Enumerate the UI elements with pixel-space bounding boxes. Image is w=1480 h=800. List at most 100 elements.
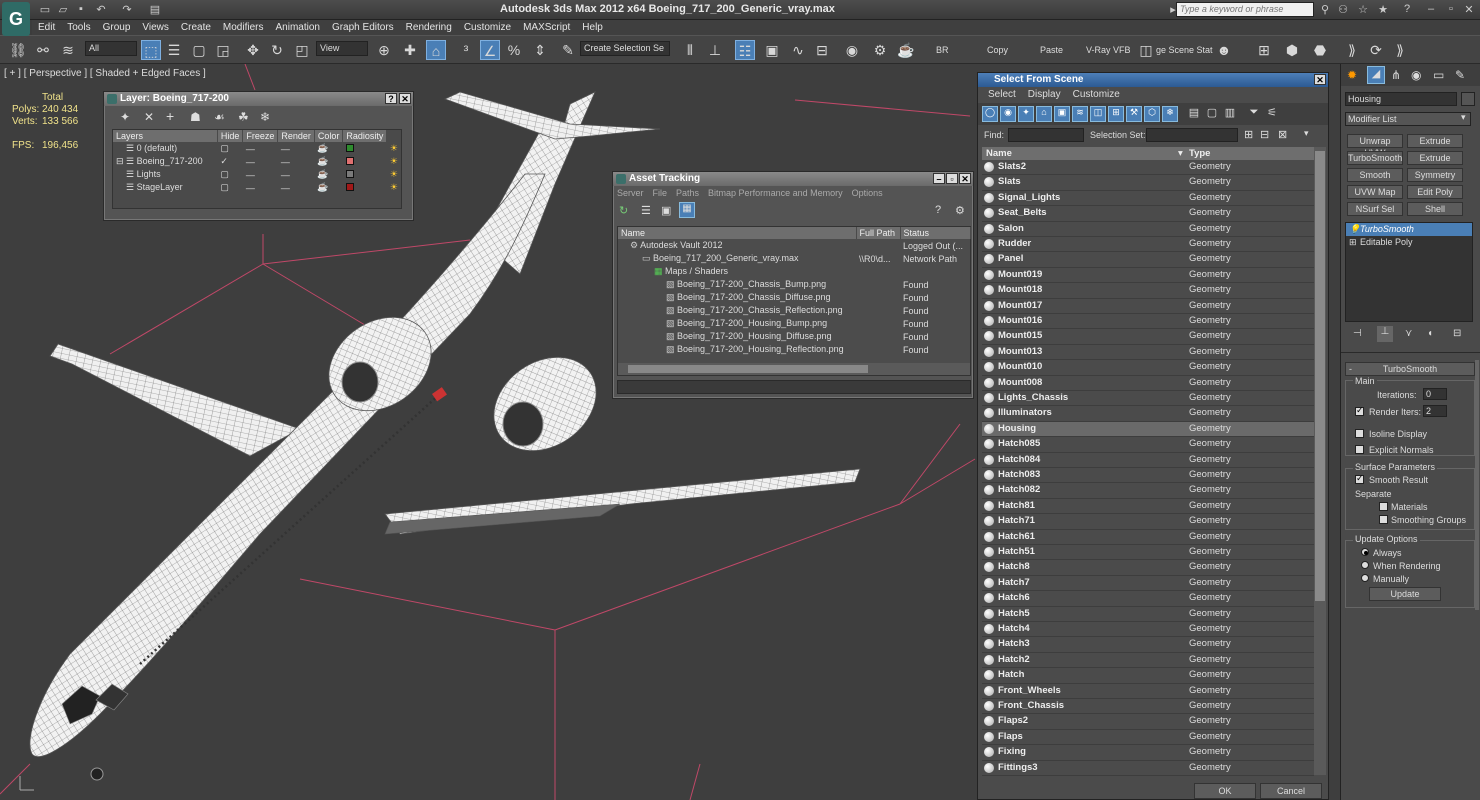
radiosity-icon[interactable]: ☀ <box>387 155 401 168</box>
layer-column-color[interactable]: Color <box>314 130 344 142</box>
render-frame-icon[interactable]: ☕ <box>896 40 916 60</box>
display-lights-icon[interactable]: ✦ <box>1018 106 1034 122</box>
layer-manager-icon[interactable]: ☷ <box>735 40 755 60</box>
cancel-button[interactable]: Cancel <box>1260 783 1322 799</box>
modifier-button-uvw-map[interactable]: UVW Map <box>1347 185 1403 199</box>
scene-object-row[interactable]: Hatch084 Geometry <box>982 453 1314 468</box>
layer-freeze-cell[interactable]: — <box>278 181 315 194</box>
menu-customize[interactable]: Customize <box>458 20 517 35</box>
scene-object-row[interactable]: Hatch082 Geometry <box>982 483 1314 499</box>
new-file-icon[interactable]: ▭ <box>38 3 52 16</box>
scene-object-row[interactable]: Hatch4 Geometry <box>982 622 1314 638</box>
sfs-menu-customize[interactable]: Customize <box>1067 87 1126 103</box>
scene-object-row[interactable]: Flaps Geometry <box>982 730 1314 746</box>
modifier-button-edit-poly[interactable]: Edit Poly <box>1407 185 1463 199</box>
explicit-normals-checkbox[interactable] <box>1355 445 1364 454</box>
align-icon[interactable]: ⊥ <box>705 40 725 60</box>
modifier-button-smooth[interactable]: Smooth <box>1347 168 1403 182</box>
expand-plus-icon[interactable]: ⊞ <box>1349 236 1357 249</box>
menu-group[interactable]: Group <box>97 20 137 35</box>
modifier-button-extrude[interactable]: Extrude <box>1407 151 1463 165</box>
display-all-icon[interactable]: ▤ <box>1186 106 1202 122</box>
display-cameras-icon[interactable]: ⌂ <box>1036 106 1052 122</box>
menu-animation[interactable]: Animation <box>269 20 325 35</box>
edit-named-selection-icon[interactable]: ✎ <box>558 40 578 60</box>
select-from-scene-close-icon[interactable]: ✕ <box>1314 74 1326 85</box>
scene-object-row[interactable]: Mount013 Geometry <box>982 345 1314 361</box>
layer-column-hide[interactable]: Hide <box>217 130 244 142</box>
layer-window-titlebar[interactable]: Layer: Boeing_717-200 ? ✕ <box>104 92 413 106</box>
layer-active-cell[interactable]: ▢ <box>217 181 243 194</box>
scene-object-row[interactable]: Signal_Lights Geometry <box>982 191 1314 207</box>
select-by-name-icon[interactable]: ☰ <box>164 40 184 60</box>
layer-row[interactable]: ☰ StageLayer ▢ — — ☕ ☀ <box>113 181 401 194</box>
radiosity-icon[interactable]: ☀ <box>387 142 401 155</box>
turbosmooth-rollout-header[interactable]: - TurboSmooth <box>1345 362 1475 376</box>
display-geometry-icon[interactable]: ◯ <box>982 106 998 122</box>
scene-object-row[interactable]: Hatch Geometry <box>982 668 1314 684</box>
display-containers-icon[interactable]: ⬡ <box>1144 106 1160 122</box>
redo-icon[interactable]: ↷ <box>120 3 134 16</box>
scene-object-row[interactable]: Fixing Geometry <box>982 745 1314 761</box>
open-file-icon[interactable]: ▱ <box>56 3 70 16</box>
menu-maxscript[interactable]: MAXScript <box>517 20 576 35</box>
asset-scroll-thumb[interactable] <box>628 365 868 373</box>
list-view-icon[interactable]: ☰ <box>641 204 651 217</box>
bind-spacewarp-icon[interactable]: ≋ <box>58 40 78 60</box>
scene-object-row[interactable]: Hatch085 Geometry <box>982 437 1314 453</box>
material-editor-icon[interactable]: ◉ <box>842 40 862 60</box>
layer-freeze-cell[interactable]: — <box>278 142 315 155</box>
scene-object-row[interactable]: Mount016 Geometry <box>982 314 1314 330</box>
save-file-icon[interactable]: ▪ <box>74 3 88 16</box>
always-radio[interactable] <box>1361 548 1369 556</box>
modify-tab-icon[interactable]: ◢ <box>1367 66 1385 84</box>
mirror-icon[interactable]: ⫴ <box>680 40 700 60</box>
toolbar-label-br[interactable]: BR <box>936 45 949 55</box>
display-shapes-icon[interactable]: ◉ <box>1000 106 1016 122</box>
stack-item-editable-poly[interactable]: ⊞ Editable Poly <box>1346 236 1472 249</box>
object-color-swatch[interactable] <box>1461 92 1475 106</box>
smooth-result-checkbox[interactable] <box>1355 473 1364 484</box>
asset-tracking-icon[interactable]: ⊞ <box>1254 40 1274 60</box>
unlink-icon[interactable]: ⚯ <box>33 40 53 60</box>
utilities-tab-icon[interactable]: ✎ <box>1455 68 1465 82</box>
undo-icon[interactable]: ↶ <box>94 3 108 16</box>
menu-rendering[interactable]: Rendering <box>400 20 458 35</box>
sfs-menu-display[interactable]: Display <box>1022 87 1067 103</box>
update-button[interactable]: Update <box>1369 587 1441 601</box>
layer-hide-cell[interactable]: — <box>243 168 278 181</box>
select-from-scene-dialog[interactable]: Select From Scene ✕ Select Display Customi… <box>977 72 1329 800</box>
materials-checkbox[interactable] <box>1379 502 1388 511</box>
scene-object-row[interactable]: Hatch6 Geometry <box>982 591 1314 607</box>
teapot-icon[interactable]: ☕ <box>314 142 343 155</box>
scene-object-row[interactable]: Hatch8 Geometry <box>982 560 1314 576</box>
hide-all-layers-icon[interactable]: ☘ <box>238 110 249 124</box>
layer-hide-cell[interactable]: — <box>243 155 278 168</box>
asset-tracking-close-icon[interactable]: ✕ <box>959 173 971 184</box>
curve-editor-icon[interactable]: ∿ <box>788 40 808 60</box>
display-frozen-icon[interactable]: ❄ <box>1162 106 1178 122</box>
toolbar-label-paste[interactable]: Paste <box>1040 45 1063 55</box>
keyboard-shortcut-override-icon[interactable]: ⌂ <box>426 40 446 60</box>
close-icon[interactable]: ✕ <box>1462 3 1476 16</box>
menu-create[interactable]: Create <box>175 20 217 35</box>
layer-color-swatch[interactable] <box>343 142 387 155</box>
layer-column-radiosity[interactable]: Radiosity <box>342 130 388 142</box>
named-selection-set-dropdown[interactable]: Create Selection Se <box>580 41 670 56</box>
asset-column-name[interactable]: Name <box>618 227 857 239</box>
toolbar-label-copy[interactable]: Copy <box>987 45 1008 55</box>
layer-expand-icon[interactable]: ⊟ <box>116 156 126 167</box>
star-icon[interactable]: ★ <box>1376 3 1390 16</box>
scene-object-row[interactable]: Hatch3 Geometry <box>982 637 1314 653</box>
scene-object-row[interactable]: Hatch51 Geometry <box>982 545 1314 561</box>
scene-object-row[interactable]: Fittings3 Geometry <box>982 761 1314 776</box>
filter-options-icon[interactable]: ⚟ <box>1264 106 1280 122</box>
layer-color-swatch[interactable] <box>343 155 387 168</box>
rectangular-selection-icon[interactable]: ▢ <box>189 40 209 60</box>
display-tab-icon[interactable]: ▭ <box>1433 68 1444 82</box>
snap-toggle-icon[interactable]: ³ <box>456 40 476 60</box>
isoline-display-checkbox[interactable] <box>1355 429 1364 438</box>
angle-snap-icon[interactable]: ∠ <box>480 40 500 60</box>
schematic-view-icon[interactable]: ⊟ <box>812 40 832 60</box>
find-input[interactable] <box>1008 128 1084 142</box>
